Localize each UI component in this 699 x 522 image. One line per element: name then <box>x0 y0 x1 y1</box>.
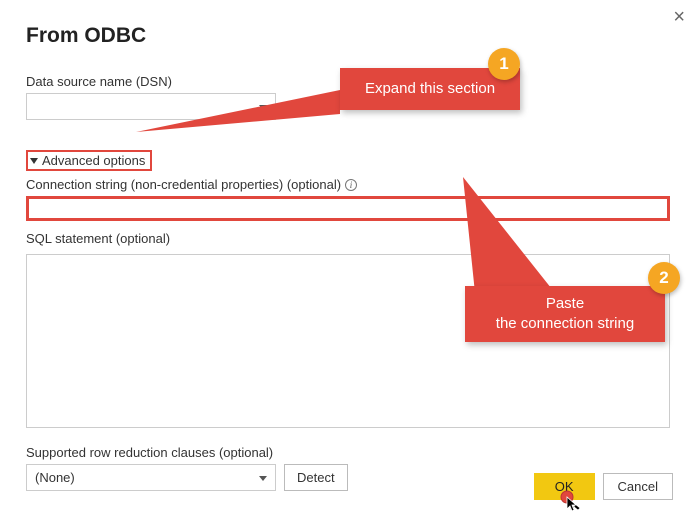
row-reduction-label: Supported row reduction clauses (optiona… <box>26 445 673 460</box>
advanced-options-label: Advanced options <box>42 153 145 168</box>
detect-button[interactable]: Detect <box>284 464 348 491</box>
page-title: From ODBC <box>26 24 673 48</box>
annotation-badge-2: 2 <box>648 262 680 294</box>
connection-string-label: Connection string (non-credential proper… <box>26 177 341 192</box>
row-reduction-value: (None) <box>35 470 75 485</box>
dsn-select[interactable] <box>26 93 276 120</box>
callout-expand-text: Expand this section <box>365 79 495 99</box>
advanced-options-toggle[interactable]: Advanced options <box>26 150 152 171</box>
info-icon[interactable]: i <box>345 179 357 191</box>
callout-paste-line2: the connection string <box>496 314 634 334</box>
chevron-down-icon <box>30 158 38 164</box>
row-reduction-select[interactable]: (None) <box>26 464 276 491</box>
cursor-icon <box>560 490 580 512</box>
callout-paste: Paste the connection string <box>465 286 665 342</box>
annotation-badge-1: 1 <box>488 48 520 80</box>
sql-statement-label: SQL statement (optional) <box>26 231 673 246</box>
callout-paste-line1: Paste <box>496 294 634 314</box>
cancel-button[interactable]: Cancel <box>603 473 673 500</box>
connection-string-input[interactable] <box>26 196 670 221</box>
close-icon[interactable]: × <box>673 6 685 29</box>
